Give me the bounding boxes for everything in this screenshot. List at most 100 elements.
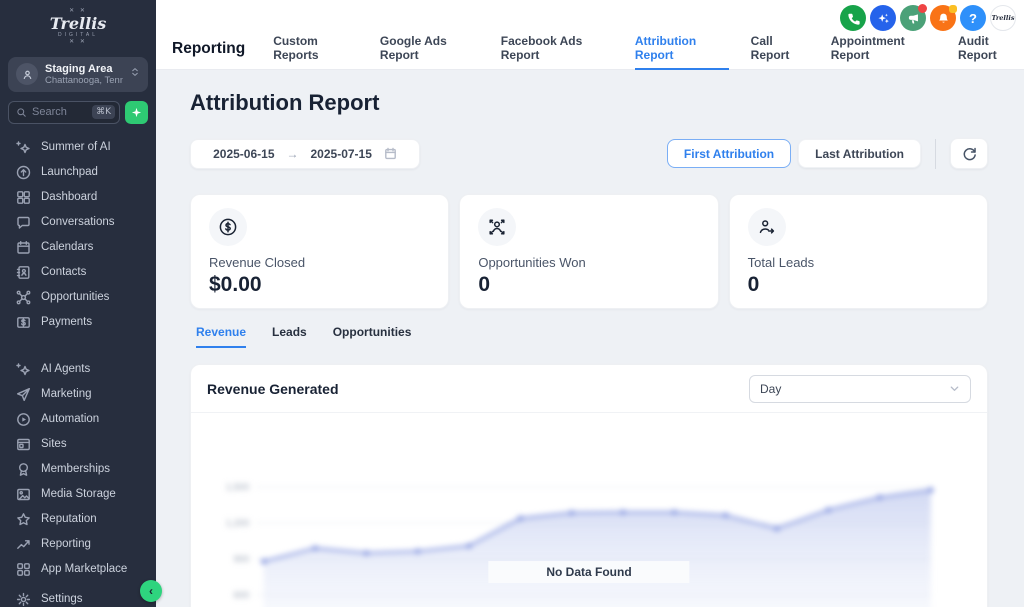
sidebar-item-label: Media Storage [41,488,116,500]
svg-text:600: 600 [234,590,250,600]
notifications-button[interactable] [930,5,956,31]
tab-audit-report[interactable]: Audit Report [958,28,1024,70]
sidebar-item-label: Opportunities [41,291,109,303]
report-nav: Reporting Custom Reports Google Ads Repo… [172,28,1024,70]
last-attribution-button[interactable]: Last Attribution [798,139,921,168]
logo-deco: ✕ ✕ [0,39,156,46]
sidebar-item-label: Memberships [41,463,110,475]
chat-bubble-icon [16,215,31,230]
paper-plane-icon [16,387,31,402]
sidebar-item-launchpad[interactable]: Launchpad [0,160,156,185]
first-attribution-button[interactable]: First Attribution [667,139,791,168]
chart-title: Revenue Generated [207,381,339,397]
notification-dot [918,4,927,13]
person-arrow-icon [748,208,786,246]
sidebar-item-label: Launchpad [41,166,98,178]
image-icon [16,487,31,502]
account-name: Staging Area [45,63,123,75]
sidebar-item-label: Calendars [41,241,93,253]
stat-label: Revenue Closed [209,255,430,270]
tab-call-report[interactable]: Call Report [751,28,809,70]
sidebar-item-reporting[interactable]: Reporting [0,532,156,557]
stat-card-opportunities-won: Opportunities Won 0 [459,194,718,309]
dollar-circle-icon [209,208,247,246]
avatar-logo-text: Trellis [992,14,1015,22]
sidebar-item-memberships[interactable]: Memberships [0,457,156,482]
chevron-down-icon [949,383,960,394]
sidebar-item-label: Contacts [41,266,86,278]
svg-text:1,200: 1,200 [226,518,249,528]
sidebar-item-settings[interactable]: Settings [0,587,156,607]
controls-row: 2025-06-15 → 2025-07-15 First Attributio… [190,138,988,169]
sparkle-plus-icon [16,362,31,377]
search-box[interactable]: ⌘K [8,101,120,124]
sidebar-item-conversations[interactable]: Conversations [0,210,156,235]
sidebar-item-contacts[interactable]: Contacts [0,260,156,285]
ai-assistant-button[interactable] [870,5,896,31]
sidebar-item-payments[interactable]: Payments [0,310,156,335]
tab-custom-reports[interactable]: Custom Reports [273,28,358,70]
logo-name: Trellis [0,15,156,33]
search-input[interactable] [32,106,87,118]
sidebar-nav-bottom: Settings [0,582,156,607]
svg-text:900: 900 [234,554,250,564]
sidebar-item-dashboard[interactable]: Dashboard [0,185,156,210]
view-tab-leads[interactable]: Leads [272,317,307,348]
sidebar-item-label: Settings [41,593,83,605]
grid-icon [16,190,31,205]
spark-icon [131,107,142,118]
account-texts: Staging Area Chattanooga, Tenne... [45,63,123,86]
sidebar-item-label: Dashboard [41,191,97,203]
sidebar-nav-secondary: AI Agents Marketing Automation Sites Mem… [0,357,156,582]
tab-facebook-ads-report[interactable]: Facebook Ads Report [501,28,613,70]
sidebar-item-reputation[interactable]: Reputation [0,507,156,532]
sidebar-item-calendars[interactable]: Calendars [0,235,156,260]
sidebar-search-row: ⌘K [8,101,148,124]
sidebar-collapse-button[interactable]: ‹ [140,580,162,602]
sidebar-item-ai-agents[interactable]: AI Agents [0,357,156,382]
help-button[interactable]: ? [960,5,986,31]
phone-button[interactable] [840,5,866,31]
sidebar-item-media-storage[interactable]: Media Storage [0,482,156,507]
interval-select[interactable]: Day [749,375,971,403]
app-window: ✕ ✕ Trellis DIGITAL ✕ ✕ Staging Area Cha… [0,0,1024,607]
ai-spark-button[interactable] [125,101,148,124]
tab-appointment-report[interactable]: Appointment Report [831,28,936,70]
medal-icon [16,462,31,477]
sidebar-item-sites[interactable]: Sites [0,432,156,457]
phone-icon [847,12,860,25]
sidebar-item-app-marketplace[interactable]: App Marketplace [0,557,156,582]
sidebar-item-label: Payments [41,316,92,328]
sidebar-item-marketing[interactable]: Marketing [0,382,156,407]
view-tab-opportunities[interactable]: Opportunities [333,317,412,348]
stat-label: Total Leads [748,255,969,270]
sidebar-item-automation[interactable]: Automation [0,407,156,432]
arrow-right-icon: → [287,147,299,161]
browser-icon [16,437,31,452]
chart-card-header: Revenue Generated Day [191,365,987,413]
view-tab-revenue[interactable]: Revenue [196,317,246,348]
tab-attribution-report[interactable]: Attribution Report [635,28,729,70]
gear-icon [16,592,31,607]
sparkle-plus-icon [16,140,31,155]
sidebar-item-opportunities[interactable]: Opportunities [0,285,156,310]
notification-badge [949,5,957,13]
sidebar-item-summer-of-ai[interactable]: Summer of AI [0,135,156,160]
controls-right: First Attribution Last Attribution [667,138,988,169]
announcements-button[interactable] [900,5,926,31]
section-title: Reporting [172,40,245,58]
dollar-square-icon [16,315,31,330]
sidebar-nav-primary: Summer of AI Launchpad Dashboard Convers… [0,130,156,335]
date-end-value[interactable]: 2025-07-15 [311,147,372,161]
interval-select-value: Day [760,382,781,396]
account-switcher[interactable]: Staging Area Chattanooga, Tenne... [8,57,148,92]
date-range-picker[interactable]: 2025-06-15 → 2025-07-15 [190,139,420,169]
sidebar-item-label: App Marketplace [41,563,127,575]
stat-card-total-leads: Total Leads 0 [729,194,988,309]
tab-google-ads-report[interactable]: Google Ads Report [380,28,479,70]
calendar-icon [384,147,397,160]
trellis-avatar[interactable]: Trellis [990,5,1016,31]
refresh-button[interactable] [950,138,988,169]
date-start-value[interactable]: 2025-06-15 [213,147,274,161]
page-content: Attribution Report 2025-06-15 → 2025-07-… [156,70,1024,607]
